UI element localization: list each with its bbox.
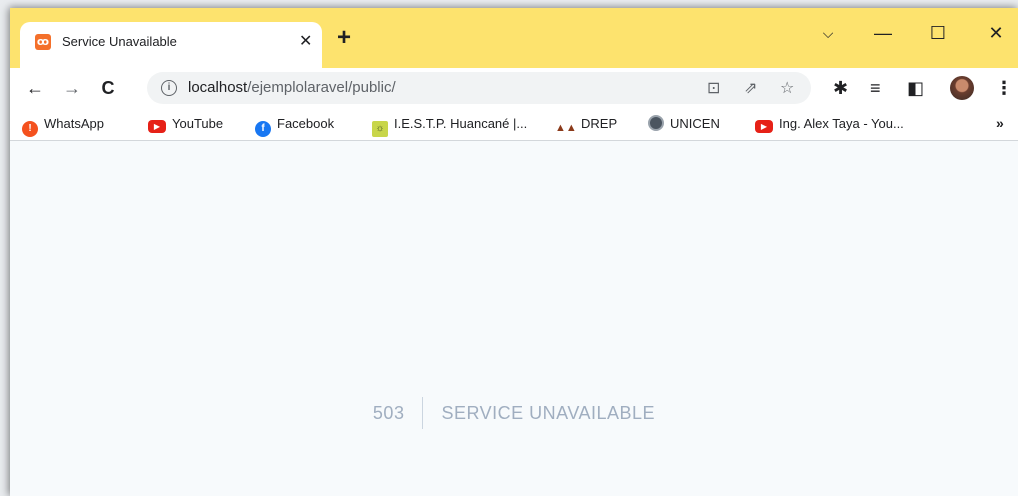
bookmark-label: DREP <box>581 116 618 131</box>
site-info-icon[interactable]: i <box>161 80 177 96</box>
unicen-icon <box>648 115 664 131</box>
browser-window: ꝏ Service Unavailable ✕ + ⌵ — ☐ ✕ ← → C … <box>10 8 1018 496</box>
bookmark-whatsapp[interactable]: ! WhatsApp <box>22 115 104 137</box>
bookmarks-bar: ! WhatsApp ▶ YouTube f Facebook ☼ I.E.S.T.P.… <box>10 108 1018 141</box>
error-message-row: 503 SERVICE UNAVAILABLE <box>10 397 1018 429</box>
bookmark-facebook[interactable]: f Facebook <box>255 115 335 137</box>
url-path: /ejemplolaravel/public/ <box>247 79 396 96</box>
browser-toolbar: ← → C i localhost/ejemplolaravel/public/… <box>10 68 1018 108</box>
translate-icon[interactable]: ⊡ <box>707 78 720 98</box>
reload-button[interactable]: C <box>96 76 120 100</box>
share-icon[interactable]: ⇗ <box>744 78 757 98</box>
bookmark-label: Ing. Alex Taya - You... <box>779 116 904 131</box>
youtube-icon: ▶ <box>148 120 166 133</box>
tab-active[interactable]: ꝏ Service Unavailable ✕ <box>20 22 322 68</box>
new-tab-button[interactable]: + <box>337 26 351 50</box>
bookmark-label: Facebook <box>277 116 335 131</box>
whatsapp-icon: ! <box>22 121 38 137</box>
tab-close-icon[interactable]: ✕ <box>299 31 312 51</box>
bookmark-unicen[interactable]: UNICEN <box>648 115 720 133</box>
back-button[interactable]: ← <box>23 76 47 100</box>
side-panel-icon[interactable]: ◧ <box>907 76 924 100</box>
bookmark-alex-taya[interactable]: ▶ Ing. Alex Taya - You... <box>755 115 904 133</box>
bookmark-label: I.E.S.T.P. Huancané |... <box>394 116 528 131</box>
drep-icon: ▲▲ <box>555 122 577 134</box>
error-message: SERVICE UNAVAILABLE <box>441 403 656 423</box>
bookmark-label: UNICEN <box>670 116 720 131</box>
url-text[interactable]: localhost/ejemplolaravel/public/ <box>188 79 396 96</box>
tab-title: Service Unavailable <box>62 34 177 49</box>
bookmark-youtube[interactable]: ▶ YouTube <box>148 115 223 133</box>
extensions-icon[interactable]: ✱ <box>833 76 848 100</box>
page-content: 503 SERVICE UNAVAILABLE <box>10 141 1018 496</box>
xampp-icon: ꝏ <box>35 34 51 50</box>
bookmark-label: WhatsApp <box>44 116 104 131</box>
bookmark-star-icon[interactable]: ☆ <box>780 78 794 98</box>
menu-kebab-icon[interactable]: ⋮ <box>995 76 1013 100</box>
reading-list-icon[interactable]: ≡ <box>870 76 881 100</box>
address-bar[interactable]: i localhost/ejemplolaravel/public/ ⊡ ⇗ ☆ <box>147 72 811 104</box>
iestp-icon: ☼ <box>372 121 388 137</box>
youtube-icon: ▶ <box>755 120 773 133</box>
close-window-button[interactable]: ✕ <box>973 18 1018 48</box>
minimize-button[interactable]: — <box>860 18 906 48</box>
facebook-icon: f <box>255 121 271 137</box>
error-code: 503 <box>373 397 424 429</box>
url-host: localhost <box>188 79 248 96</box>
bookmark-drep[interactable]: ▲▲ DREP <box>555 115 618 134</box>
bookmark-label: YouTube <box>172 116 224 131</box>
maximize-button[interactable]: ☐ <box>915 18 961 48</box>
bookmark-iestp[interactable]: ☼ I.E.S.T.P. Huancané |... <box>372 115 528 137</box>
forward-button[interactable]: → <box>60 76 84 100</box>
profile-avatar[interactable] <box>950 76 974 100</box>
title-bar: ꝏ Service Unavailable ✕ + ⌵ — ☐ ✕ <box>10 8 1018 68</box>
tab-search-button[interactable]: ⌵ <box>805 18 851 48</box>
bookmarks-overflow-button[interactable]: » <box>996 115 1004 131</box>
